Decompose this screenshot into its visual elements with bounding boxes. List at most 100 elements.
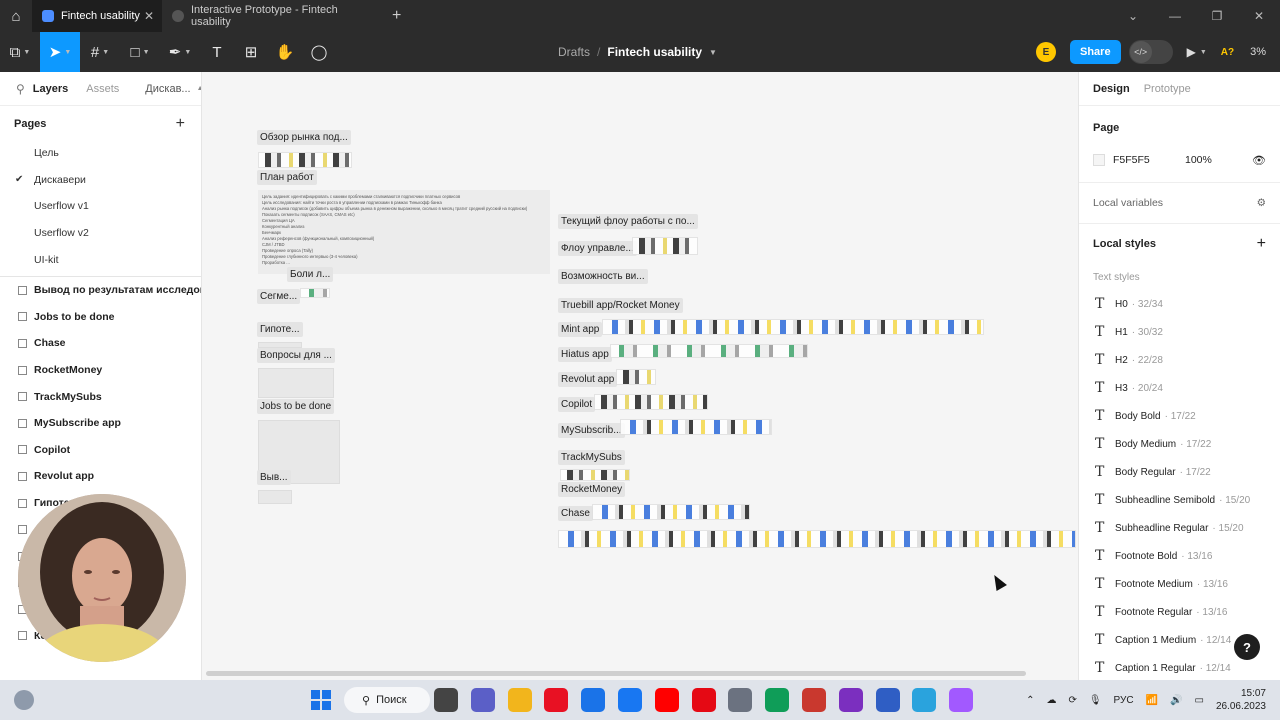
help-button[interactable]: ? xyxy=(1234,634,1260,660)
taskbar-app-icon[interactable] xyxy=(949,688,974,712)
frame-label[interactable]: Revolut app xyxy=(558,372,618,387)
dev-mode-toggle[interactable]: </> xyxy=(1128,40,1173,64)
layer-item[interactable]: Jobs to be done xyxy=(0,304,201,331)
frame-label[interactable]: Боли л... xyxy=(287,267,334,282)
text-style-item[interactable]: T Body Regular · 17/22 xyxy=(1079,458,1280,486)
horizontal-scrollbar[interactable] xyxy=(206,671,1026,676)
text-style-item[interactable]: T H3 · 20/24 xyxy=(1079,374,1280,402)
page-item[interactable]: ✔ Дискавери xyxy=(0,167,201,194)
frame-label[interactable]: Copilot xyxy=(558,397,596,412)
pen-tool-icon[interactable]: ✒ ▼ xyxy=(160,32,200,72)
frame-label[interactable]: TrackMySubs xyxy=(558,450,625,465)
comment-tool-icon[interactable]: ◯ xyxy=(302,32,336,72)
text-tool-icon[interactable]: T xyxy=(200,32,234,72)
layer-item[interactable]: Copilot xyxy=(0,437,201,464)
taskbar-app-icon[interactable] xyxy=(691,688,716,712)
sync-icon[interactable]: ⟳ xyxy=(1068,695,1076,706)
taskbar-app-icon[interactable] xyxy=(838,688,863,712)
frame-label[interactable]: Truebill app/Rocket Money xyxy=(558,298,683,313)
frame-thumbnail[interactable] xyxy=(560,469,630,481)
taskbar-app-icon[interactable] xyxy=(728,688,753,712)
text-style-item[interactable]: T H1 · 30/32 xyxy=(1079,318,1280,346)
taskbar-app-icon[interactable] xyxy=(801,688,826,712)
search-icon[interactable]: ⚲ xyxy=(16,82,25,96)
text-style-item[interactable]: T H2 · 22/28 xyxy=(1079,346,1280,374)
frame-thumbnail[interactable] xyxy=(258,368,334,398)
frame-label[interactable]: Обзор рынка под... xyxy=(257,130,351,145)
taskbar-app-icon[interactable] xyxy=(617,688,642,712)
present-play-icon[interactable]: ▶ xyxy=(1187,45,1196,59)
resources-icon[interactable]: ⊞ xyxy=(234,32,268,72)
frame-thumbnail[interactable] xyxy=(616,369,656,385)
frame-label[interactable]: Jobs to be done xyxy=(257,399,335,414)
frame-thumbnail[interactable] xyxy=(602,319,984,335)
frame-thumbnail[interactable] xyxy=(594,394,708,410)
frame-label[interactable]: Выв... xyxy=(257,470,291,485)
taskbar-app-icon[interactable] xyxy=(765,688,790,712)
taskbar-app-icon[interactable] xyxy=(544,688,569,712)
frame-label[interactable]: Вопросы для ... xyxy=(257,348,335,363)
windows-start-icon[interactable] xyxy=(311,690,331,710)
page-item[interactable]: Userflow v2 xyxy=(0,220,201,247)
frame-thumbnail[interactable] xyxy=(610,344,808,358)
chevron-up-icon[interactable]: ⌃ xyxy=(1026,695,1034,706)
avatar[interactable]: E xyxy=(1036,42,1056,62)
frame-label[interactable]: RocketMoney xyxy=(558,482,626,497)
wifi-icon[interactable]: 📶 xyxy=(1146,695,1158,706)
page-opacity[interactable]: 100% xyxy=(1185,154,1252,166)
text-style-item[interactable]: T Body Bold · 17/22 xyxy=(1079,402,1280,430)
layer-item[interactable]: RocketMoney xyxy=(0,357,201,384)
move-tool-icon[interactable]: ➤ ▼ xyxy=(40,32,80,72)
chevron-down-icon[interactable]: ⌄ xyxy=(1112,9,1154,23)
taskbar-app-icon[interactable] xyxy=(654,688,679,712)
frame-label[interactable]: Флоу управле... xyxy=(558,241,637,256)
taskbar-app-icon[interactable] xyxy=(875,688,900,712)
shape-tool-icon[interactable]: □ ▼ xyxy=(120,32,160,72)
tab-design[interactable]: Design xyxy=(1093,83,1130,95)
frame-tool-icon[interactable]: # ▼ xyxy=(80,32,120,72)
page-item[interactable]: Цель xyxy=(0,140,201,167)
zoom-level[interactable]: 3% xyxy=(1250,46,1266,58)
frame-label[interactable]: Возможность ви... xyxy=(558,269,648,284)
taskbar-app-icon[interactable] xyxy=(434,688,458,712)
share-button[interactable]: Share xyxy=(1070,40,1121,64)
close-icon[interactable]: ✕ xyxy=(144,9,154,23)
frame-thumbnail[interactable] xyxy=(258,490,292,504)
sliders-icon[interactable]: ⚙ xyxy=(1257,197,1266,209)
frame-thumbnail[interactable] xyxy=(258,152,352,168)
tab-fintech-usability[interactable]: Fintech usability ✕ xyxy=(32,0,162,32)
text-style-item[interactable]: T Footnote Regular · 13/16 xyxy=(1079,598,1280,626)
text-style-item[interactable]: T H0 · 32/34 xyxy=(1079,290,1280,318)
tab-prototype[interactable]: Prototype xyxy=(1144,83,1191,95)
file-name[interactable]: Fintech usability xyxy=(607,45,702,59)
hand-tool-icon[interactable]: ✋ xyxy=(268,32,302,72)
frame-thumbnail[interactable] xyxy=(620,419,772,435)
frame-label[interactable]: Сегме... xyxy=(257,289,301,304)
frame-thumbnail[interactable] xyxy=(300,288,330,298)
home-icon[interactable]: ⌂ xyxy=(0,0,32,32)
tab-interactive-prototype[interactable]: Interactive Prototype - Fintech usabilit… xyxy=(162,0,382,32)
page-item[interactable]: UI-kit xyxy=(0,246,201,273)
layer-item[interactable]: Revolut app xyxy=(0,463,201,490)
chevron-down-icon[interactable]: ▼ xyxy=(1200,49,1207,56)
current-page-selector[interactable]: Дискав... xyxy=(145,83,190,95)
close-window-icon[interactable]: ✕ xyxy=(1238,9,1280,23)
frame-label[interactable]: Гипоте... xyxy=(257,322,303,337)
widgets-icon[interactable] xyxy=(14,690,34,710)
taskbar-app-icon[interactable] xyxy=(507,688,532,712)
battery-icon[interactable]: ▭ xyxy=(1194,695,1203,706)
frame-label[interactable]: Chase xyxy=(558,506,593,521)
taskbar-app-icon[interactable] xyxy=(912,688,937,712)
layer-item[interactable]: Chase xyxy=(0,330,201,357)
frame-thumbnail[interactable] xyxy=(632,237,698,255)
page-color-hex[interactable]: F5F5F5 xyxy=(1113,154,1185,166)
taskbar-search-button[interactable]: ⚲ Поиск xyxy=(344,687,430,713)
tab-assets[interactable]: Assets xyxy=(86,83,119,95)
minimize-icon[interactable]: — xyxy=(1154,9,1196,23)
eye-icon[interactable]: 👁 xyxy=(1252,154,1266,167)
layer-item[interactable]: MySubscribe app xyxy=(0,410,201,437)
add-style-plus-icon[interactable]: + xyxy=(1257,235,1266,253)
breadcrumb-drafts[interactable]: Drafts xyxy=(558,45,590,59)
frame-label[interactable]: MySubscrib... xyxy=(558,423,625,438)
language-indicator[interactable]: РУС xyxy=(1114,695,1134,706)
